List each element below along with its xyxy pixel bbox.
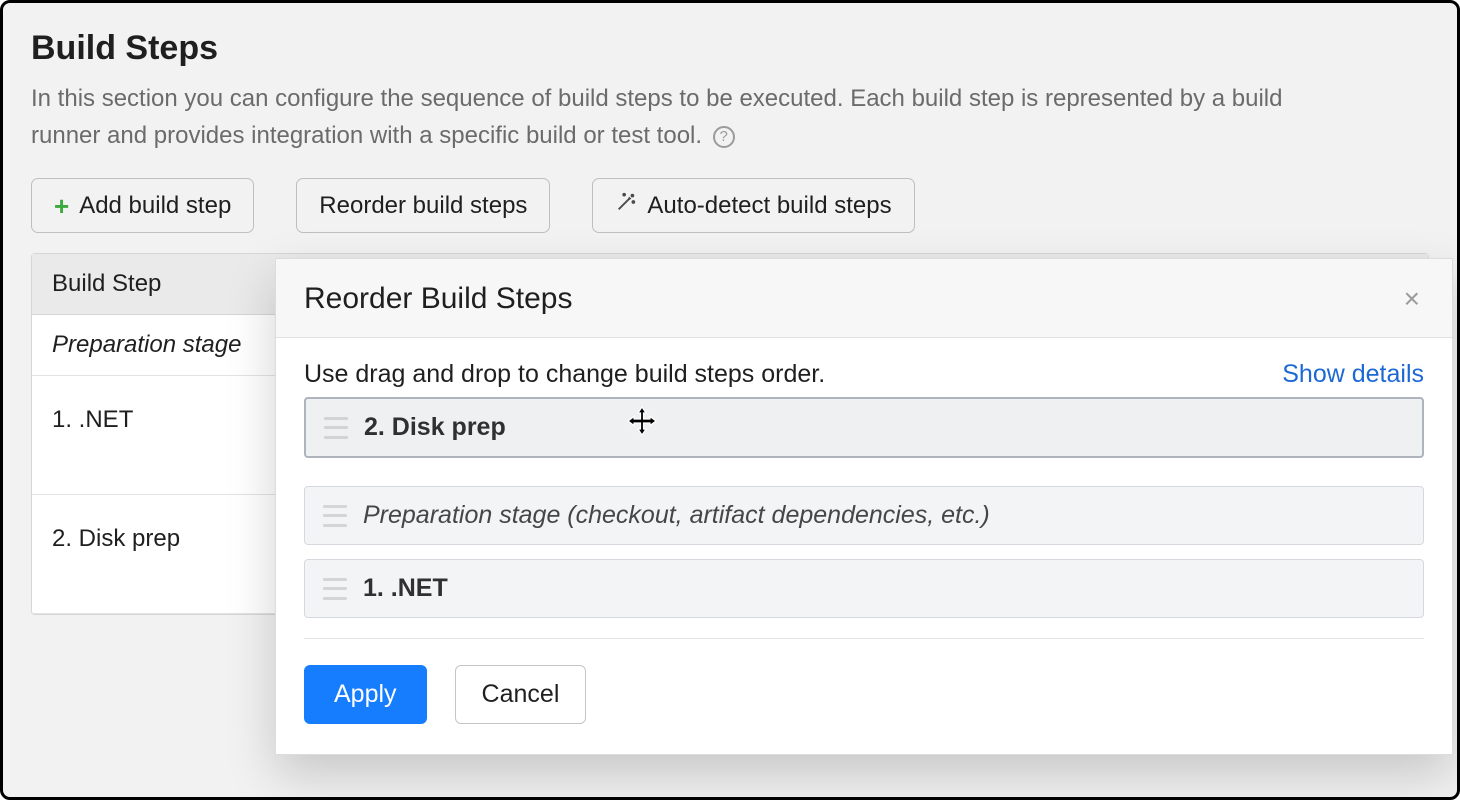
add-build-step-button[interactable]: + Add build step — [31, 178, 254, 233]
reorder-build-steps-label: Reorder build steps — [319, 192, 527, 220]
dialog-footer: Apply Cancel — [276, 665, 1452, 754]
add-build-step-label: Add build step — [79, 192, 231, 220]
reorder-build-steps-button[interactable]: Reorder build steps — [296, 178, 550, 233]
dialog-hint: Use drag and drop to change build steps … — [304, 360, 825, 389]
page-title: Build Steps — [31, 29, 1429, 68]
drag-item[interactable]: 1. .NET — [304, 559, 1424, 618]
wand-icon — [615, 191, 637, 220]
dialog-title: Reorder Build Steps — [304, 282, 572, 316]
auto-detect-label: Auto-detect build steps — [647, 192, 891, 220]
close-icon[interactable]: × — [1400, 281, 1424, 317]
reorder-dialog: Reorder Build Steps × Use drag and drop … — [275, 258, 1453, 755]
dialog-hint-row: Use drag and drop to change build steps … — [304, 360, 1424, 389]
dialog-divider — [304, 638, 1424, 639]
move-cursor-icon — [626, 405, 658, 444]
toolbar: + Add build step Reorder build steps Aut… — [31, 178, 1429, 233]
help-icon[interactable]: ? — [713, 126, 735, 148]
grip-icon — [324, 417, 348, 439]
drag-item[interactable]: 2. Disk prep — [304, 397, 1424, 458]
drag-item-label: Preparation stage (checkout, artifact de… — [363, 501, 990, 530]
apply-button[interactable]: Apply — [304, 665, 427, 724]
grip-icon — [323, 578, 347, 600]
cancel-button[interactable]: Cancel — [455, 665, 587, 724]
dialog-body: Use drag and drop to change build steps … — [276, 338, 1452, 639]
dialog-header: Reorder Build Steps × — [276, 259, 1452, 338]
drag-item[interactable]: Preparation stage (checkout, artifact de… — [304, 486, 1424, 545]
auto-detect-build-steps-button[interactable]: Auto-detect build steps — [592, 178, 914, 233]
drag-item-label: 1. .NET — [363, 574, 448, 603]
build-steps-panel: Build Steps In this section you can conf… — [0, 0, 1460, 800]
page-description: In this section you can configure the se… — [31, 80, 1311, 154]
grip-icon — [323, 505, 347, 527]
drag-item-label: 2. Disk prep — [364, 413, 506, 442]
page-description-text: In this section you can configure the se… — [31, 85, 1282, 149]
plus-icon: + — [54, 193, 69, 219]
show-details-link[interactable]: Show details — [1282, 360, 1424, 389]
drag-list: 2. Disk prep Preparation stage (checkout… — [304, 397, 1424, 618]
